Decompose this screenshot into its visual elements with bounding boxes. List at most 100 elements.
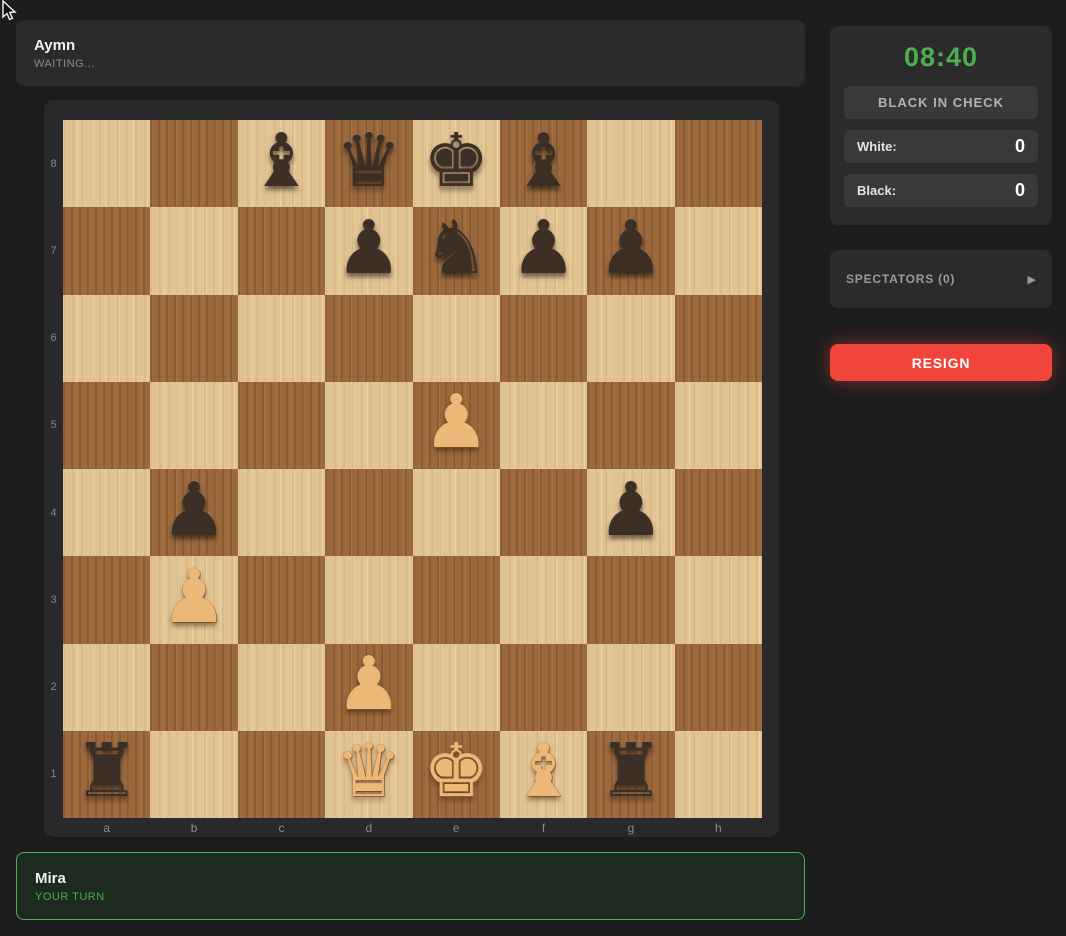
board-square-c1[interactable] — [237, 730, 326, 818]
piece-black-queen-d8[interactable]: ♛ — [336, 124, 402, 198]
expand-arrow-icon[interactable]: ▶ — [1028, 273, 1036, 286]
rank-label-6: 6 — [50, 332, 57, 345]
board-square-f1[interactable]: ♝ — [499, 730, 588, 818]
file-label-d: d — [365, 821, 373, 835]
board-square-a4[interactable] — [63, 469, 151, 557]
piece-black-bishop-c8[interactable]: ♝ — [248, 124, 314, 198]
game-info-panel: 08:40 BLACK IN CHECK White: 0 Black: 0 — [830, 26, 1052, 225]
board-square-b7[interactable] — [150, 207, 238, 295]
board-square-e2[interactable] — [412, 643, 500, 731]
board-square-c8[interactable]: ♝ — [237, 120, 326, 208]
board-square-e3[interactable] — [412, 556, 500, 644]
board-square-b4[interactable]: ♟ — [150, 469, 238, 557]
board-square-c5[interactable] — [237, 381, 326, 469]
board-square-a8[interactable] — [63, 120, 151, 208]
board-square-b3[interactable]: ♟ — [150, 556, 238, 644]
opponent-card: Aymn WAITING... — [16, 20, 805, 86]
spectators-panel[interactable]: SPECTATORS (0) ▶ — [830, 250, 1052, 308]
game-timer: 08:40 — [903, 42, 979, 72]
board-square-f3[interactable] — [499, 556, 588, 644]
board-square-c2[interactable] — [237, 643, 326, 731]
board-square-b1[interactable] — [150, 730, 238, 818]
board-square-c3[interactable] — [237, 556, 326, 644]
board-square-h3[interactable] — [674, 556, 762, 644]
board-square-e1[interactable]: ♚ — [412, 730, 500, 818]
piece-black-king-e8[interactable]: ♚ — [423, 124, 489, 198]
board-square-c7[interactable] — [237, 207, 326, 295]
board-square-a2[interactable] — [63, 643, 151, 731]
piece-white-pawn-b3[interactable]: ♟ — [161, 560, 227, 634]
piece-white-queen-d1[interactable]: ♛ — [336, 734, 402, 808]
board-square-f7[interactable]: ♟ — [499, 207, 588, 295]
board-square-g4[interactable]: ♟ — [587, 469, 675, 557]
board-square-g7[interactable]: ♟ — [587, 207, 675, 295]
board-square-a6[interactable] — [63, 294, 151, 382]
board-square-d4[interactable] — [325, 469, 413, 557]
board-square-d6[interactable] — [325, 294, 413, 382]
board-square-d3[interactable] — [325, 556, 413, 644]
board-square-h8[interactable] — [674, 120, 762, 208]
piece-black-bishop-f8[interactable]: ♝ — [510, 124, 576, 198]
white-score-row: White: 0 — [844, 130, 1038, 163]
board-square-h1[interactable] — [674, 730, 762, 818]
piece-white-bishop-f1[interactable]: ♝ — [510, 734, 576, 808]
board-square-f8[interactable]: ♝ — [499, 120, 588, 208]
board-square-f5[interactable] — [499, 381, 588, 469]
piece-black-pawn-d7[interactable]: ♟ — [336, 211, 402, 285]
board-square-g3[interactable] — [587, 556, 675, 644]
board-square-e5[interactable]: ♟ — [412, 381, 500, 469]
piece-white-pawn-d2[interactable]: ♟ — [336, 647, 402, 721]
board-square-h4[interactable] — [674, 469, 762, 557]
board-square-g2[interactable] — [587, 643, 675, 731]
piece-black-rook-g1[interactable]: ♜ — [598, 734, 664, 808]
board-square-f2[interactable] — [499, 643, 588, 731]
board-square-d8[interactable]: ♛ — [325, 120, 413, 208]
white-score-label: White: — [857, 139, 897, 154]
opponent-name: Aymn — [34, 36, 76, 54]
piece-black-pawn-g7[interactable]: ♟ — [598, 211, 664, 285]
piece-black-pawn-g4[interactable]: ♟ — [598, 473, 664, 547]
board-square-b6[interactable] — [150, 294, 238, 382]
board-square-h5[interactable] — [674, 381, 762, 469]
spectators-label: SPECTATORS (0) — [846, 272, 956, 286]
board-square-c6[interactable] — [237, 294, 326, 382]
board-square-f4[interactable] — [499, 469, 588, 557]
piece-black-pawn-b4[interactable]: ♟ — [161, 473, 227, 547]
black-score-label: Black: — [857, 183, 897, 198]
board-square-d5[interactable] — [325, 381, 413, 469]
piece-black-pawn-f7[interactable]: ♟ — [510, 211, 576, 285]
board-square-h2[interactable] — [674, 643, 762, 731]
piece-black-rook-a1[interactable]: ♜ — [74, 734, 140, 808]
file-label-b: b — [190, 821, 198, 835]
board-square-b5[interactable] — [150, 381, 238, 469]
board-square-e4[interactable] — [412, 469, 500, 557]
board-square-d1[interactable]: ♛ — [325, 730, 413, 818]
board-square-a1[interactable]: ♜ — [63, 730, 151, 818]
board-square-h6[interactable] — [674, 294, 762, 382]
board-square-a7[interactable] — [63, 207, 151, 295]
board-square-g8[interactable] — [587, 120, 675, 208]
chess-board: ♝ ♛ ♚ ♝ ♟ ♞ ♟ ♟ ♟ ♟ ♟ ♟ ♟ ♜ ♛ ♚ ♝ ♜ — [63, 120, 762, 818]
board-square-d7[interactable]: ♟ — [325, 207, 413, 295]
rank-label-3: 3 — [50, 593, 57, 606]
board-square-a5[interactable] — [63, 381, 151, 469]
board-square-g5[interactable] — [587, 381, 675, 469]
board-square-c4[interactable] — [237, 469, 326, 557]
board-square-f6[interactable] — [499, 294, 588, 382]
board-square-h7[interactable] — [674, 207, 762, 295]
board-square-b8[interactable] — [150, 120, 238, 208]
board-square-b2[interactable] — [150, 643, 238, 731]
board-square-d2[interactable]: ♟ — [325, 643, 413, 731]
board-square-g1[interactable]: ♜ — [587, 730, 675, 818]
file-label-g: g — [627, 821, 635, 835]
resign-button[interactable]: RESIGN — [830, 344, 1052, 381]
board-square-e8[interactable]: ♚ — [412, 120, 500, 208]
piece-black-knight-e7[interactable]: ♞ — [423, 211, 489, 285]
board-square-g6[interactable] — [587, 294, 675, 382]
board-square-a3[interactable] — [63, 556, 151, 644]
board-square-e6[interactable] — [412, 294, 500, 382]
rank-label-2: 2 — [50, 681, 57, 694]
piece-white-pawn-e5[interactable]: ♟ — [423, 385, 489, 459]
piece-white-king-e1[interactable]: ♚ — [423, 734, 489, 808]
board-square-e7[interactable]: ♞ — [412, 207, 500, 295]
